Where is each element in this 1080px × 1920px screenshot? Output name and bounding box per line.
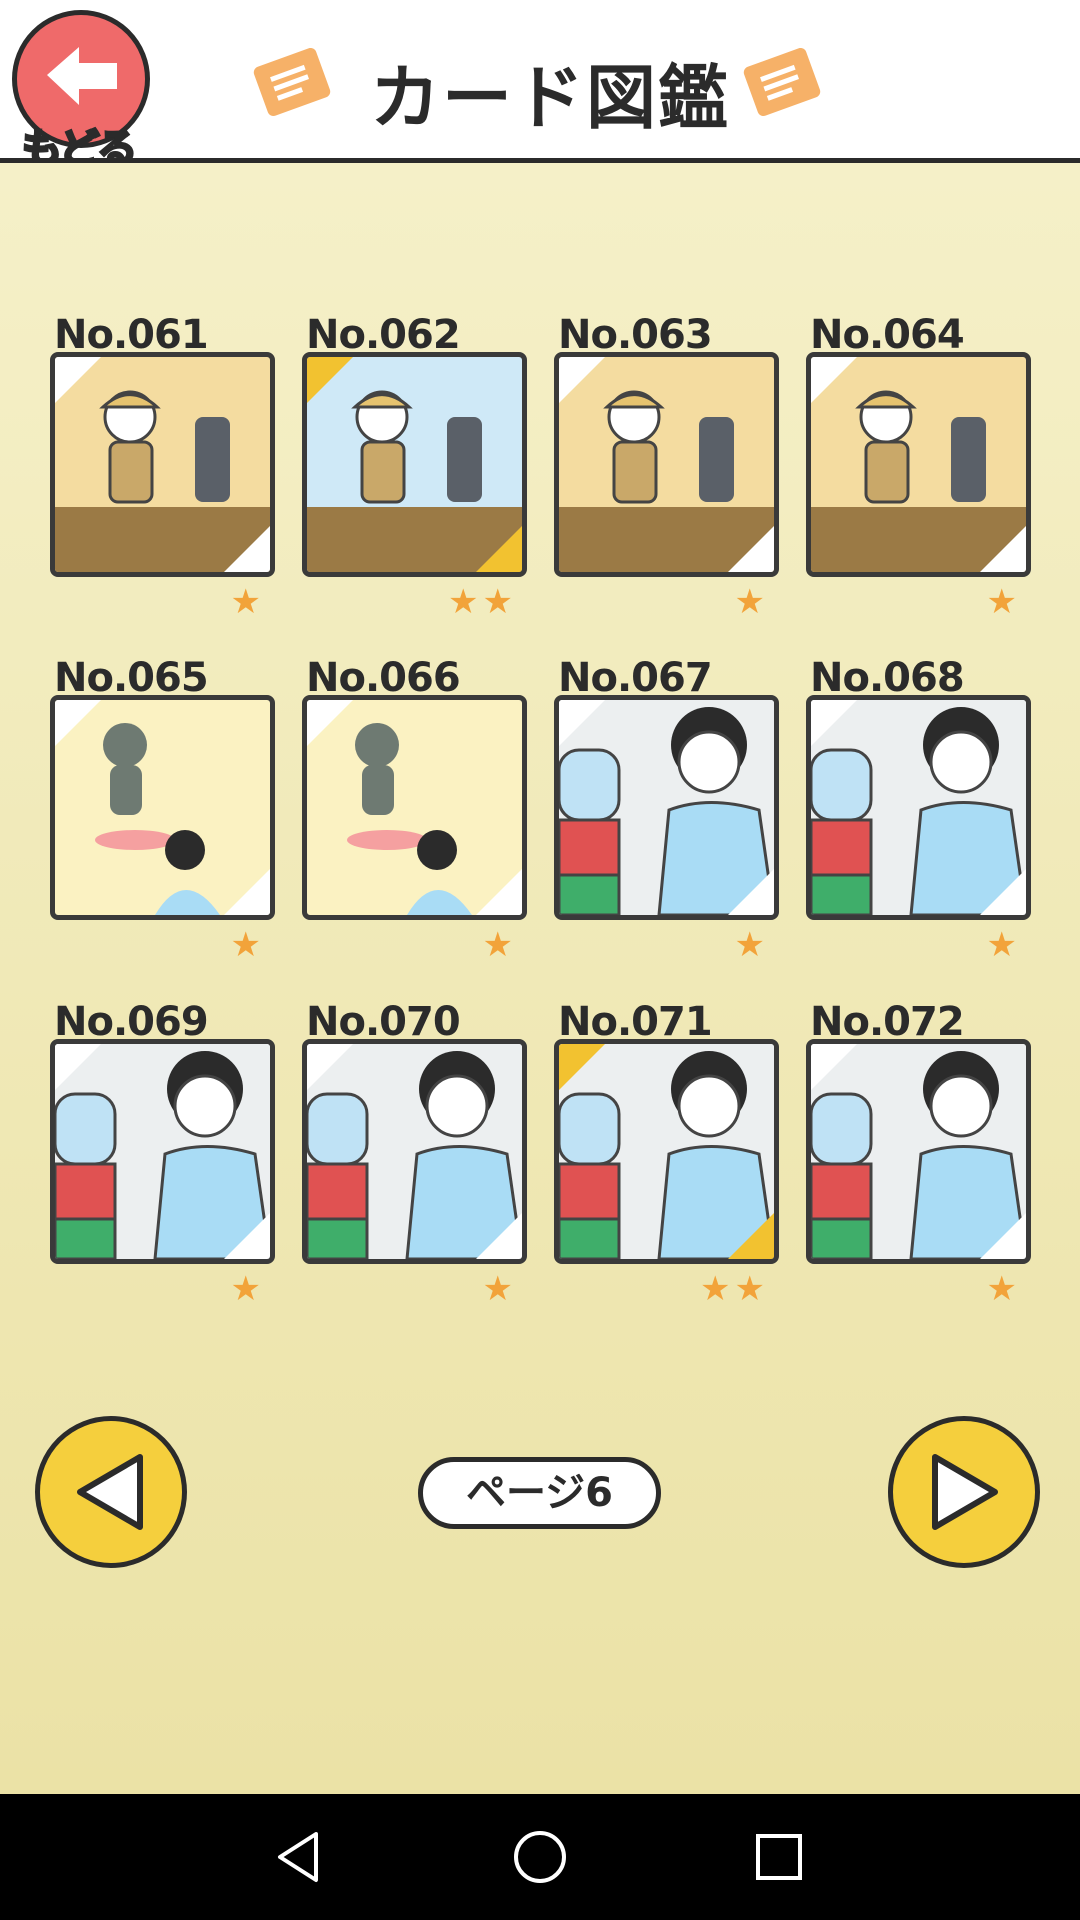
card-item[interactable]: No.062 ★★ xyxy=(302,312,527,619)
card-item[interactable]: No.061 ★ xyxy=(50,312,275,619)
card-illustration xyxy=(554,1039,779,1264)
title-area: カード図鑑 xyxy=(245,28,845,139)
card-rarity-stars: ★ xyxy=(230,925,265,965)
card-rarity-stars: ★ xyxy=(986,925,1021,965)
prev-page-button[interactable] xyxy=(35,1416,187,1568)
card-item[interactable]: No.069 ★ xyxy=(50,999,275,1306)
card-rarity-stars: ★★ xyxy=(700,1269,769,1309)
card-item[interactable]: No.071 ★★ xyxy=(554,999,779,1306)
card-illustration xyxy=(554,695,779,920)
triangle-right-icon xyxy=(932,1454,998,1530)
card-illustration xyxy=(806,1039,1031,1264)
header-bar: もどる カード図鑑 xyxy=(0,0,1080,174)
card-illustration xyxy=(302,352,527,577)
card-left-icon xyxy=(253,48,331,117)
card-item[interactable]: No.064 ★ xyxy=(806,312,1031,619)
card-illustration xyxy=(50,1039,275,1264)
card-item[interactable]: No.066 ★ xyxy=(302,655,527,962)
card-item[interactable]: No.068 ★ xyxy=(806,655,1031,962)
card-illustration xyxy=(50,352,275,577)
card-illustration xyxy=(554,352,779,577)
card-illustration xyxy=(806,695,1031,920)
card-item[interactable]: No.072 ★ xyxy=(806,999,1031,1306)
card-item[interactable]: No.067 ★ xyxy=(554,655,779,962)
system-navigation-bar xyxy=(0,1794,1080,1920)
card-illustration xyxy=(302,695,527,920)
nav-recents-icon[interactable] xyxy=(746,1824,812,1890)
page-indicator: ページ6 xyxy=(418,1457,661,1529)
card-rarity-stars: ★ xyxy=(230,582,265,622)
card-rarity-stars: ★ xyxy=(482,925,517,965)
next-page-button[interactable] xyxy=(888,1416,1040,1568)
card-rarity-stars: ★ xyxy=(734,582,769,622)
card-illustration xyxy=(50,695,275,920)
card-item[interactable]: No.063 ★ xyxy=(554,312,779,619)
card-rarity-stars: ★ xyxy=(986,582,1021,622)
nav-home-icon[interactable] xyxy=(507,1824,573,1890)
page-title: カード図鑑 xyxy=(370,57,730,139)
back-button[interactable]: もどる xyxy=(10,8,155,174)
card-rarity-stars: ★★ xyxy=(448,582,517,622)
card-illustration xyxy=(806,352,1031,577)
card-rarity-stars: ★ xyxy=(986,1269,1021,1309)
card-right-icon xyxy=(743,48,821,117)
card-rarity-stars: ★ xyxy=(734,925,769,965)
triangle-left-icon xyxy=(77,1454,143,1530)
nav-back-icon[interactable] xyxy=(266,1824,332,1890)
card-item[interactable]: No.065 ★ xyxy=(50,655,275,962)
card-item[interactable]: No.070 ★ xyxy=(302,999,527,1306)
card-rarity-stars: ★ xyxy=(230,1269,265,1309)
card-illustration xyxy=(302,1039,527,1264)
card-rarity-stars: ★ xyxy=(482,1269,517,1309)
